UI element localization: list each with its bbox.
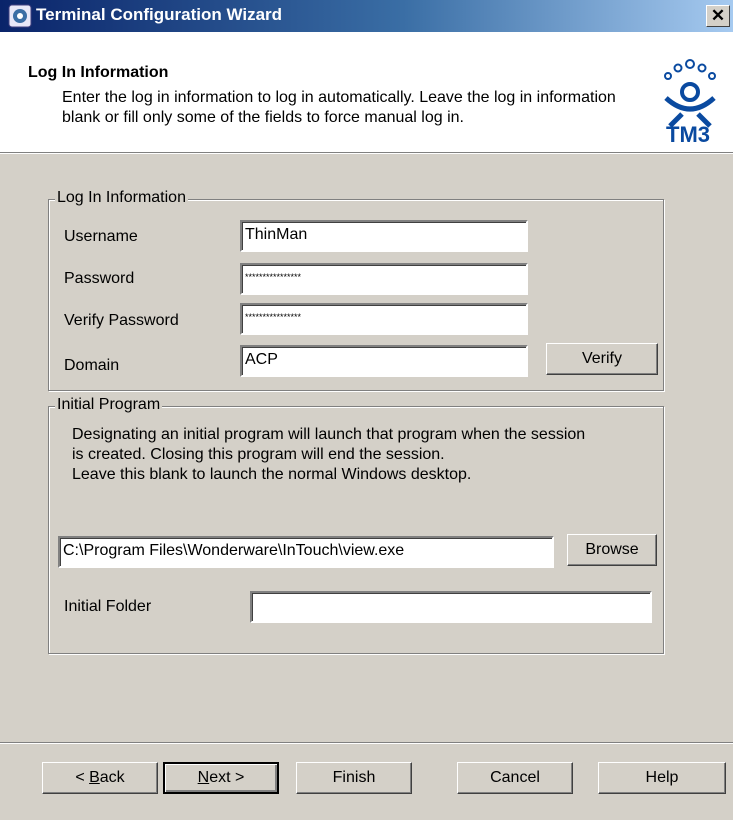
logo-text: TM3 <box>666 122 710 146</box>
tm3-logo: TM3 <box>664 59 716 146</box>
initial-program-input[interactable]: C:\Program Files\Wonderware\InTouch\view… <box>58 536 554 568</box>
username-input[interactable]: ThinMan <box>240 220 528 252</box>
initial-folder-label: Initial Folder <box>64 598 152 615</box>
page-title: Log In Information <box>28 64 169 81</box>
initial-folder-input[interactable] <box>250 591 652 623</box>
password-label: Password <box>64 270 135 287</box>
help-button[interactable]: Help <box>598 762 726 794</box>
close-button[interactable]: ✕ <box>706 5 730 27</box>
finish-button[interactable]: Finish <box>296 762 412 794</box>
cancel-button[interactable]: Cancel <box>457 762 573 794</box>
domain-input[interactable]: ACP <box>240 345 528 377</box>
username-label: Username <box>64 228 138 245</box>
verify-password-input[interactable]: **************** <box>240 303 528 335</box>
page-description: Enter the log in information to log in a… <box>62 89 616 126</box>
window-title: Terminal Configuration Wizard <box>36 5 283 24</box>
close-icon: ✕ <box>710 6 726 25</box>
program-group-label: Initial Program <box>55 396 163 414</box>
next-button[interactable]: Next > <box>163 762 279 794</box>
login-group-label: Log In Information <box>55 189 188 207</box>
wizard-header: Log In Information Enter the log in info… <box>0 32 733 153</box>
back-button[interactable]: < Back <box>42 762 158 794</box>
browse-button[interactable]: Browse <box>567 534 657 566</box>
verify-button[interactable]: Verify <box>546 343 658 375</box>
title-bar: Terminal Configuration Wizard ✕ <box>0 0 733 32</box>
initial-program-description: Designating an initial program will laun… <box>72 426 586 483</box>
password-input[interactable]: **************** <box>240 263 528 295</box>
wizard-app-icon <box>8 4 32 28</box>
verify-password-label: Verify Password <box>64 312 179 329</box>
domain-label: Domain <box>64 357 120 374</box>
